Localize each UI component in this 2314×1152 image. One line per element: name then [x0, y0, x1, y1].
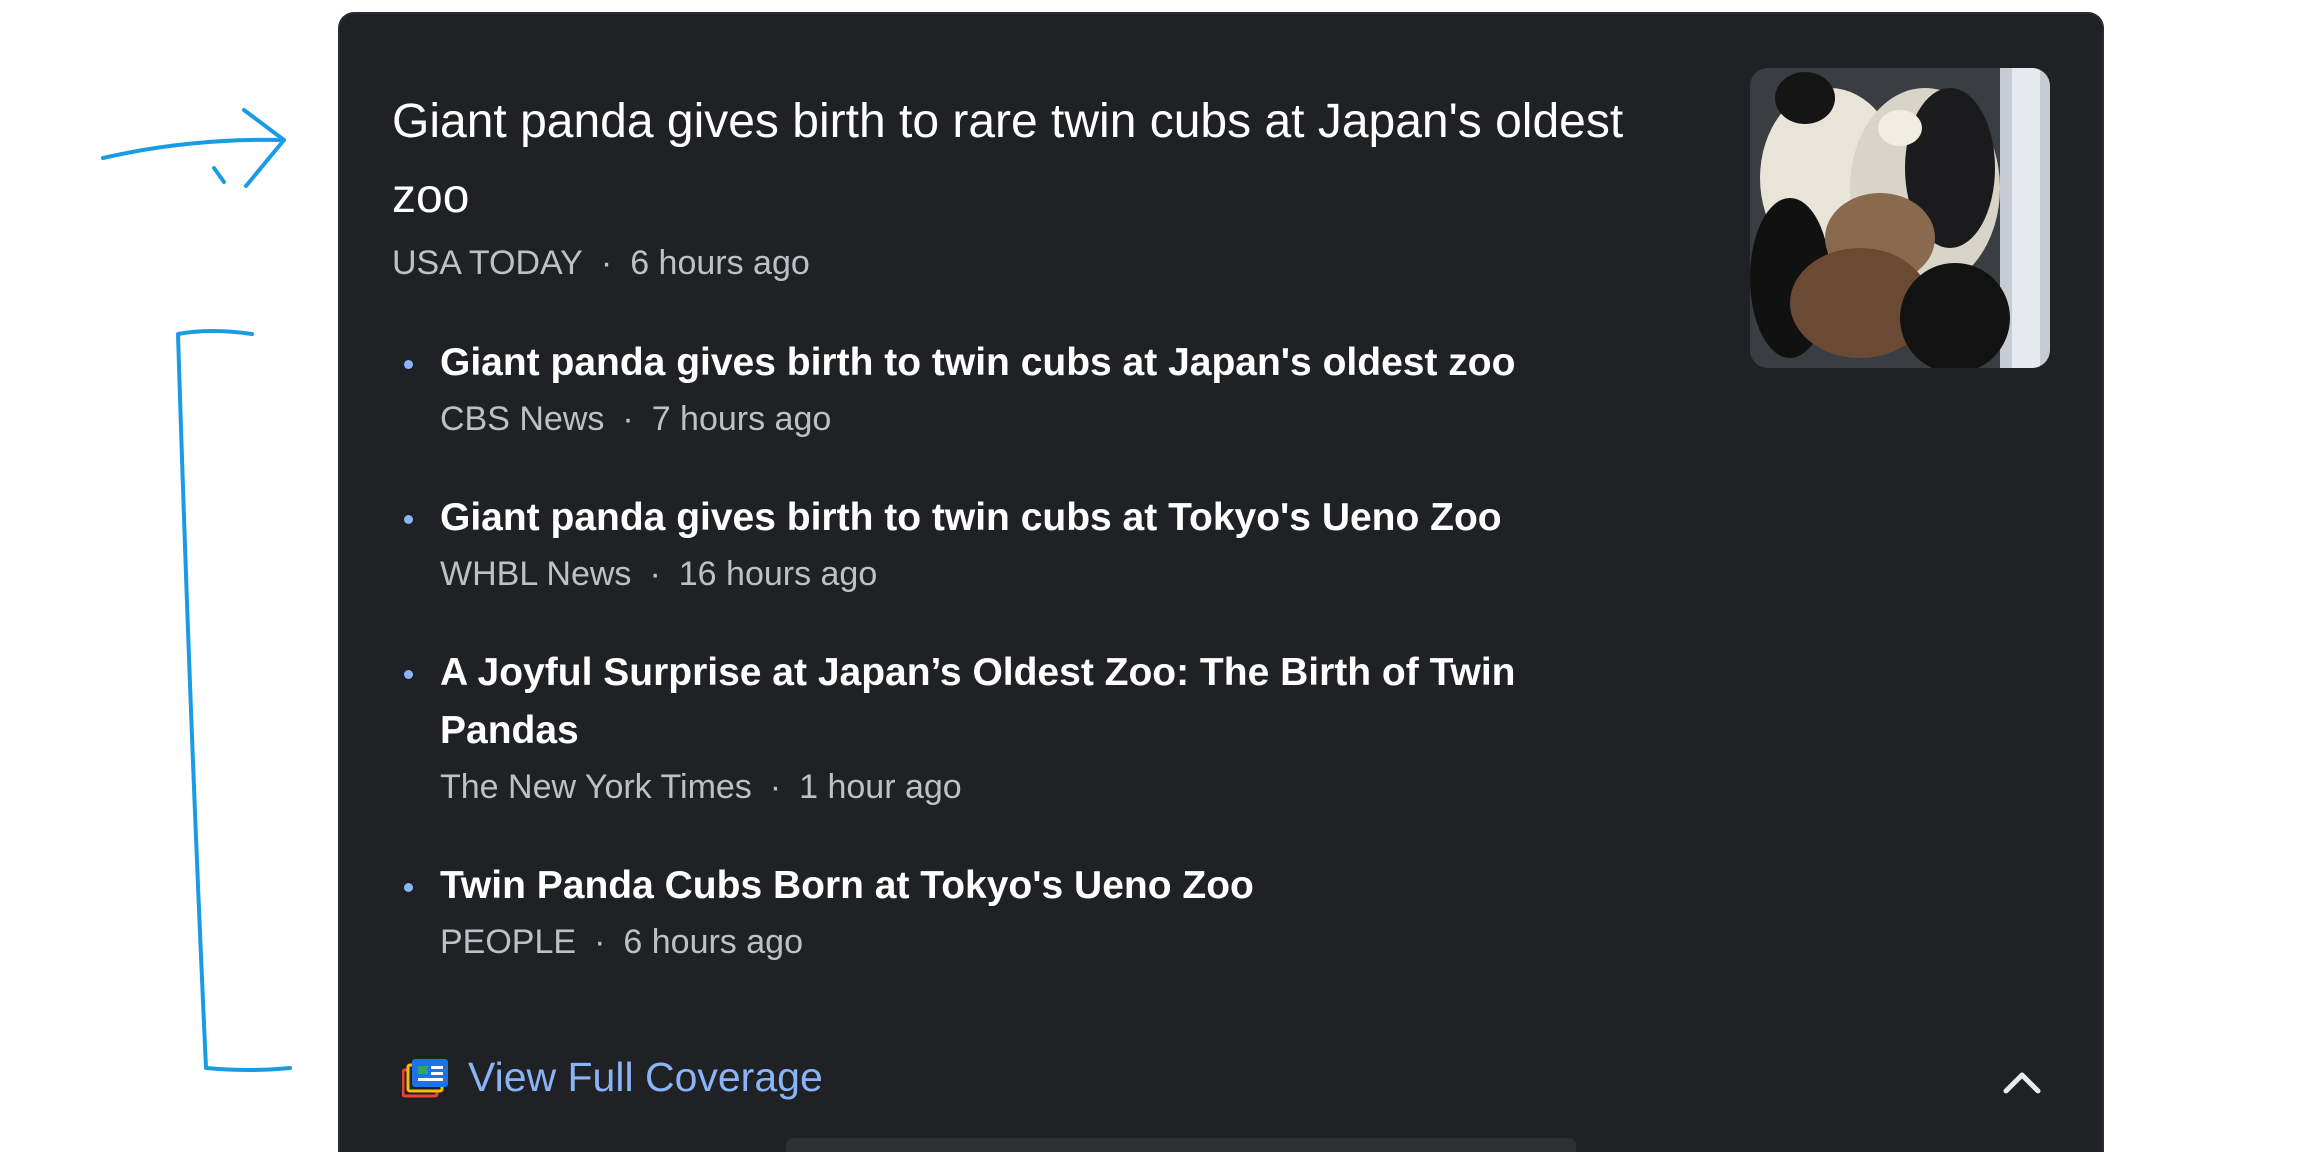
- annotation-overlay: [101, 108, 292, 1072]
- bullet-icon: [404, 883, 413, 892]
- collapse-button[interactable]: [1994, 1054, 2050, 1110]
- top-story-meta: USA TODAY · 6 hours ago: [392, 244, 810, 283]
- related-story-meta: CBS News · 7 hours ago: [440, 400, 1892, 439]
- related-story-title[interactable]: Giant panda gives birth to twin cubs at …: [440, 489, 1570, 547]
- list-item: Giant panda gives birth to twin cubs at …: [392, 334, 1892, 439]
- related-stories-list: Giant panda gives birth to twin cubs at …: [392, 334, 1892, 1012]
- annotation-bracket-icon: [176, 329, 292, 1072]
- bullet-icon: [404, 360, 413, 369]
- related-story-source: WHBL News: [440, 555, 632, 593]
- full-coverage-icon: [402, 1058, 448, 1097]
- top-story-title[interactable]: Giant panda gives birth to rare twin cub…: [392, 84, 1652, 234]
- card-footer: View Full Coverage: [340, 1044, 2102, 1124]
- related-story-source: PEOPLE: [440, 923, 577, 961]
- related-story-title[interactable]: Giant panda gives birth to twin cubs at …: [440, 334, 1570, 392]
- meta-separator: ·: [622, 400, 634, 438]
- related-story-time: 1 hour ago: [799, 768, 962, 806]
- top-story-thumbnail[interactable]: [1750, 68, 2050, 368]
- scroll-indicator[interactable]: [786, 1138, 1576, 1152]
- list-item: Twin Panda Cubs Born at Tokyo's Ueno Zoo…: [392, 857, 1892, 962]
- bullet-icon: [404, 670, 413, 679]
- related-story-time: 16 hours ago: [678, 555, 878, 593]
- related-story-source: The New York Times: [440, 768, 752, 806]
- related-story-meta: The New York Times · 1 hour ago: [440, 768, 1892, 807]
- top-story-time: 6 hours ago: [630, 244, 810, 282]
- list-item: Giant panda gives birth to twin cubs at …: [392, 489, 1892, 594]
- related-story-meta: WHBL News · 16 hours ago: [440, 555, 1892, 594]
- related-story-title[interactable]: A Joyful Surprise at Japan’s Oldest Zoo:…: [440, 644, 1570, 760]
- top-story-source: USA TODAY: [392, 244, 583, 282]
- related-story-source: CBS News: [440, 400, 605, 438]
- related-story-title[interactable]: Twin Panda Cubs Born at Tokyo's Ueno Zoo: [440, 857, 1570, 915]
- list-item: A Joyful Surprise at Japan’s Oldest Zoo:…: [392, 644, 1892, 807]
- news-card: Giant panda gives birth to rare twin cub…: [340, 14, 2102, 1152]
- view-full-coverage-link[interactable]: View Full Coverage: [402, 1054, 823, 1101]
- panda-photo-icon: [1750, 68, 2050, 368]
- page: Giant panda gives birth to rare twin cub…: [0, 0, 2314, 1152]
- bullet-icon: [404, 515, 413, 524]
- meta-separator: ·: [594, 923, 606, 961]
- annotation-arrow-icon: [101, 108, 286, 188]
- related-story-meta: PEOPLE · 6 hours ago: [440, 923, 1892, 962]
- meta-separator: ·: [649, 555, 661, 593]
- view-full-coverage-label: View Full Coverage: [468, 1054, 823, 1100]
- meta-separator: ·: [600, 244, 613, 282]
- related-story-time: 7 hours ago: [651, 400, 832, 438]
- chevron-up-icon: [2003, 1072, 2041, 1094]
- meta-separator: ·: [769, 768, 782, 806]
- related-story-time: 6 hours ago: [623, 923, 803, 961]
